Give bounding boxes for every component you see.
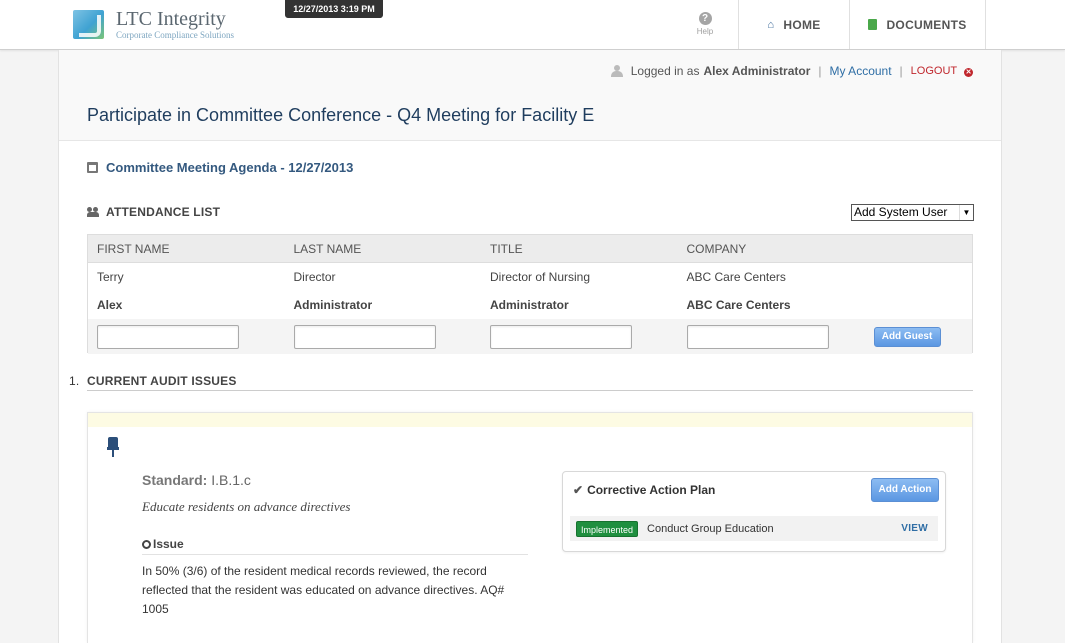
last-name-cell: Administrator (293, 298, 373, 312)
content-panel: Logged in as Alex Administrator | My Acc… (58, 50, 1002, 643)
action-label: Conduct Group Education (647, 522, 774, 535)
user-bar: Logged in as Alex Administrator | My Acc… (610, 64, 973, 78)
logo-subtitle: Corporate Compliance Solutions (116, 30, 234, 40)
guest-last-name-cell (285, 324, 482, 349)
first-name-cell: Alex (97, 298, 123, 312)
help-label: Help (696, 27, 714, 36)
first-name-cell: Terry (97, 270, 124, 284)
card-highlight-band (88, 413, 972, 427)
corrective-action-plan: ✔ Corrective Action Plan Add Action Impl… (562, 471, 946, 552)
book-icon (868, 19, 878, 30)
user-icon (610, 65, 623, 77)
audit-issues-heading: 1. CURRENT AUDIT ISSUES (69, 374, 237, 388)
page-title: Participate in Committee Conference - Q4… (87, 105, 595, 125)
check-icon: ✔ (573, 483, 584, 497)
pin-icon[interactable] (107, 437, 119, 457)
logged-in-prefix: Logged in as (630, 64, 700, 78)
company-cell: ABC Care Centers (686, 270, 786, 284)
divider: | (899, 64, 903, 78)
chevron-down-icon: ▼ (959, 205, 973, 220)
question-icon: ? (698, 12, 712, 25)
nav-documents-label: DOCUMENTS (886, 17, 967, 32)
nav-home-label: HOME (783, 17, 821, 32)
divider (142, 554, 528, 555)
logo-mark-icon (73, 10, 104, 39)
nav-documents[interactable]: DOCUMENTS (849, 0, 986, 49)
list-item: Implemented Conduct Group Education VIEW (570, 516, 938, 541)
agenda-label: Committee Meeting Agenda - 12/27/2013 (106, 160, 354, 175)
cap-heading: ✔ Corrective Action Plan (573, 483, 715, 497)
logo[interactable]: LTC Integrity Corporate Compliance Solut… (73, 8, 248, 42)
issue-heading: Issue (140, 537, 184, 551)
standard-label: Standard: (142, 472, 208, 488)
table-row: Terry Director Director of Nursing ABC C… (88, 263, 972, 291)
logo-title: LTC Integrity (116, 8, 226, 30)
guest-company-cell (678, 324, 874, 349)
column-header: COMPANY (686, 241, 747, 256)
page-header: Logged in as Alex Administrator | My Acc… (59, 50, 1001, 141)
add-action-button[interactable]: Add Action (871, 478, 939, 502)
divider: | (818, 64, 822, 78)
guest-title-input[interactable] (490, 324, 632, 349)
add-guest-button[interactable]: Add Guest (873, 326, 941, 347)
logout-label: LOGOUT (910, 65, 957, 77)
column-header: TITLE (490, 241, 523, 256)
guest-last-name-input[interactable] (293, 324, 436, 349)
standard-line: Standard: I.B.1.c (142, 472, 251, 488)
attendance-heading: ATTENDANCE LIST (87, 205, 220, 219)
cap-title: Corrective Action Plan (587, 483, 716, 497)
guest-company-input[interactable] (686, 324, 829, 349)
my-account-link[interactable]: My Account (830, 64, 892, 78)
issue-label: Issue (153, 537, 184, 551)
section-number: 1. (69, 374, 80, 388)
guest-first-name-input[interactable] (97, 324, 239, 349)
datetime-display: 12/27/2013 3:19 PM (285, 0, 383, 18)
divider (87, 390, 973, 391)
view-link[interactable]: VIEW (901, 523, 928, 534)
agenda-heading: Committee Meeting Agenda - 12/27/2013 (87, 160, 353, 175)
add-system-user-select[interactable]: Add System User ▼ (851, 204, 974, 221)
key-icon (140, 537, 153, 551)
company-cell: ABC Care Centers (686, 298, 791, 312)
help-button[interactable]: ? Help (690, 10, 720, 36)
table-row: Alex Administrator Administrator ABC Car… (88, 291, 972, 319)
nav-home[interactable]: ⌂ HOME (738, 0, 849, 49)
guest-first-name-cell (88, 324, 285, 349)
user-name: Alex Administrator (703, 64, 811, 78)
calendar-icon (87, 162, 98, 173)
logout-link[interactable]: LOGOUT ✕ (911, 65, 973, 77)
title-cell: Director of Nursing (490, 270, 591, 284)
audit-issue-card: Standard: I.B.1.c Educate residents on a… (87, 412, 973, 643)
users-icon (87, 207, 100, 217)
close-circle-icon: ✕ (964, 68, 973, 77)
guest-title-cell (481, 324, 678, 349)
column-header: FIRST NAME (97, 241, 170, 256)
attendance-table: FIRST NAME LAST NAME TITLE COMPANY Terry… (87, 234, 973, 354)
attendance-label: ATTENDANCE LIST (106, 205, 221, 219)
column-header: LAST NAME (293, 241, 362, 256)
title-cell: Administrator (490, 298, 569, 312)
audit-issues-label: CURRENT AUDIT ISSUES (87, 374, 237, 388)
table-header: FIRST NAME LAST NAME TITLE COMPANY (88, 235, 972, 263)
status-badge: Implemented (576, 520, 639, 537)
home-icon: ⌂ (767, 18, 775, 31)
guest-input-row: Add Guest (88, 319, 972, 354)
top-bar: LTC Integrity Corporate Compliance Solut… (0, 0, 1065, 50)
issue-text: In 50% (3/6) of the resident medical rec… (142, 564, 505, 616)
select-value: Add System User (854, 205, 948, 219)
standard-description: Educate residents on advance directives (142, 499, 351, 514)
last-name-cell: Director (293, 270, 336, 284)
standard-code: I.B.1.c (211, 472, 251, 488)
